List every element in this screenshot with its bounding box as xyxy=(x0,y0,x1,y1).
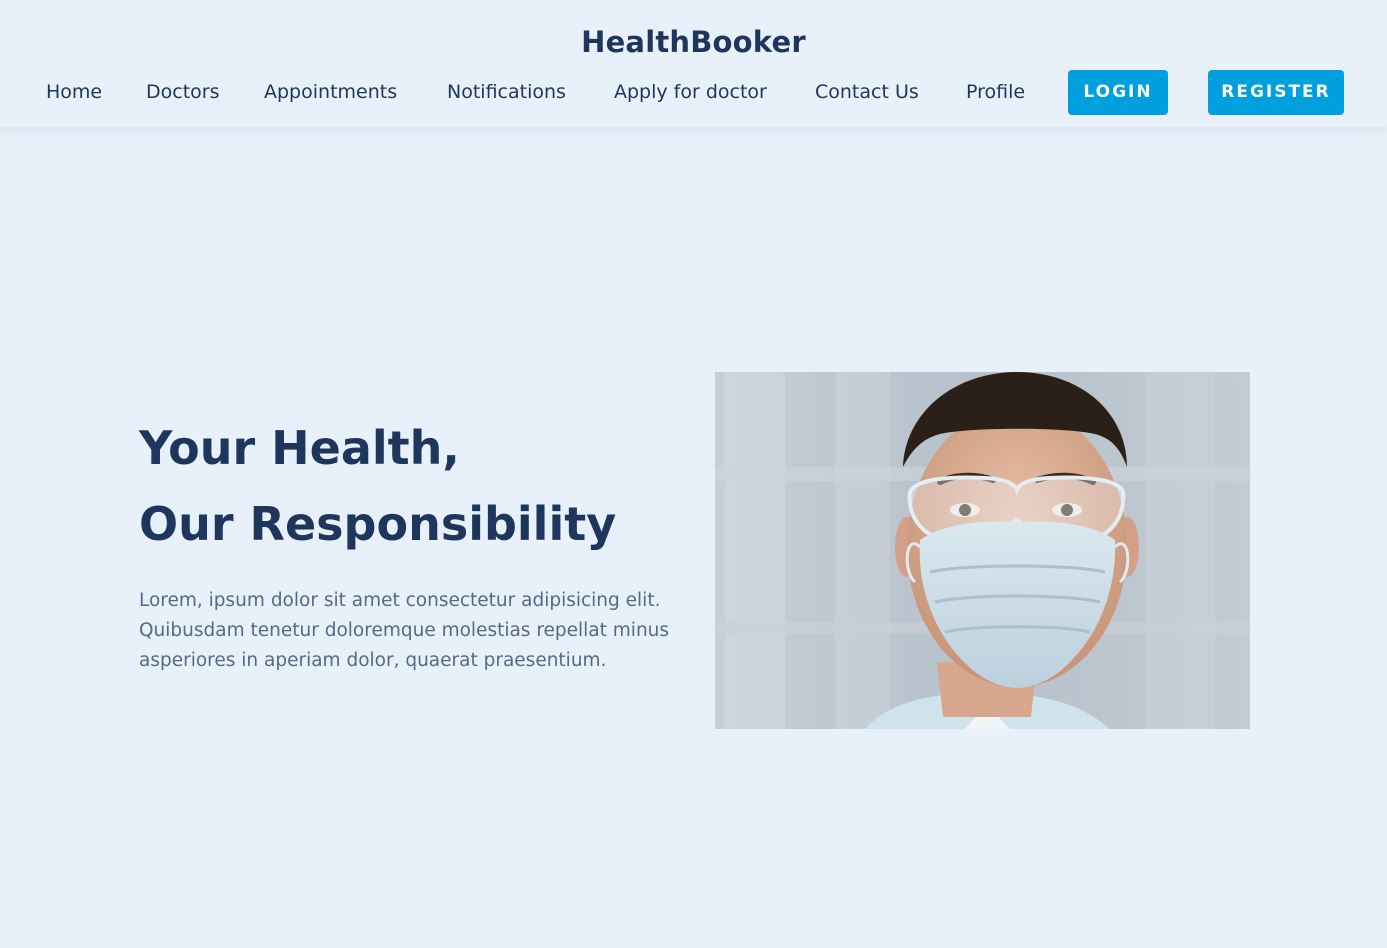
nav-link-profile[interactable]: Profile xyxy=(966,70,1025,115)
hero-title-line-2: Our Responsibility xyxy=(139,497,617,551)
hero-description: Lorem, ipsum dolor sit amet consectetur … xyxy=(139,590,670,671)
brand-logo-text[interactable]: HealthBooker xyxy=(0,25,1387,59)
nav-link-contact-us[interactable]: Contact Us xyxy=(815,70,919,115)
nav-link-appointments[interactable]: Appointments xyxy=(264,70,397,115)
nav-link-notifications[interactable]: Notifications xyxy=(447,70,566,115)
nav-link-home[interactable]: Home xyxy=(46,70,102,115)
hero-title: Your Health, Our Responsibility xyxy=(139,410,699,562)
hero-title-line-1: Your Health, xyxy=(139,421,460,475)
site-header: HealthBooker Home Doctors Appointments N… xyxy=(0,0,1387,127)
hero-doctor-photo xyxy=(715,372,1250,729)
nav-link-doctors[interactable]: Doctors xyxy=(146,70,220,115)
nav-link-apply-for-doctor[interactable]: Apply for doctor xyxy=(614,70,767,115)
main-nav: Home Doctors Appointments Notifications … xyxy=(0,70,1387,115)
login-button[interactable]: LOGIN xyxy=(1068,70,1168,115)
register-button[interactable]: REGISTER xyxy=(1208,70,1344,115)
